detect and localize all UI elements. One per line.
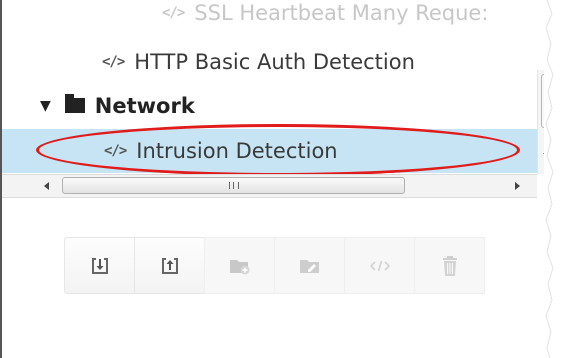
import-button[interactable]: [64, 237, 135, 294]
code-icon: [369, 260, 390, 271]
tree-item-label: SSL Heartbeat Many Reque:: [194, 1, 489, 25]
rules-tree: </> SSL Heartbeat Many Reque: </> HTTP B…: [2, 0, 537, 173]
tree-item-intrusion-detection[interactable]: </> Intrusion Detection: [2, 129, 537, 173]
export-icon: [161, 257, 178, 274]
tree-item-http-basic-auth[interactable]: </> HTTP Basic Auth Detection: [2, 40, 537, 84]
delete-button[interactable]: [414, 237, 485, 294]
rules-toolbar: [64, 237, 552, 294]
scroll-right-arrow-icon[interactable]: [515, 182, 520, 190]
export-button[interactable]: [134, 237, 205, 294]
code-button[interactable]: [344, 237, 415, 294]
code-icon: </>: [104, 143, 127, 159]
code-icon: </>: [102, 54, 125, 70]
tree-item-ssl-heartbeat[interactable]: </> SSL Heartbeat Many Reque:: [2, 0, 537, 30]
tree-item-label: Intrusion Detection: [136, 139, 338, 163]
caret-down-icon[interactable]: ▼: [40, 98, 51, 114]
tree-folder-label: Network: [94, 94, 195, 118]
torn-edge: [544, 0, 573, 358]
tree-item-label: HTTP Basic Auth Detection: [134, 50, 415, 74]
edit-folder-button[interactable]: [274, 237, 345, 294]
scroll-left-arrow-icon[interactable]: [44, 182, 49, 190]
add-folder-icon: [229, 259, 249, 274]
horizontal-scrollbar[interactable]: [2, 174, 537, 198]
folder-icon: [64, 93, 85, 113]
tree-folder-network[interactable]: ▼ Network: [2, 84, 537, 128]
add-folder-button[interactable]: [204, 237, 275, 294]
code-icon: </>: [162, 5, 185, 21]
horizontal-scroll-thumb[interactable]: [62, 177, 405, 194]
edit-folder-icon: [299, 259, 319, 273]
rules-panel: </> SSL Heartbeat Many Reque: </> HTTP B…: [0, 0, 573, 358]
import-icon: [91, 257, 108, 274]
trash-icon: [442, 255, 457, 276]
